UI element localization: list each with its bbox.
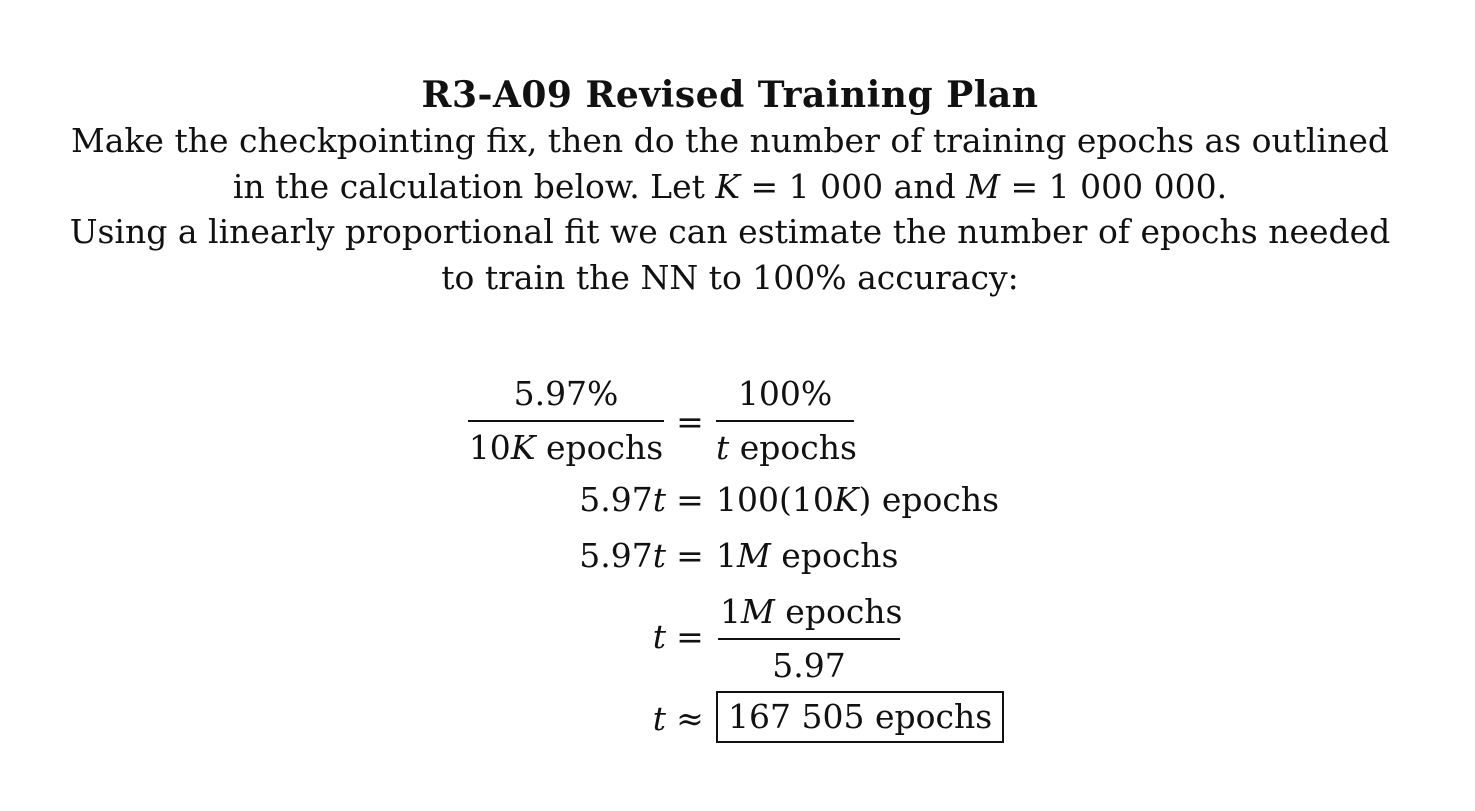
eq5-lhs: t bbox=[652, 699, 666, 738]
eq2-rhs: 100(10K) epochs bbox=[716, 480, 1000, 519]
eq3-relation: = bbox=[676, 536, 704, 575]
eq4-lhs: t bbox=[652, 617, 666, 656]
eq2-relation: = bbox=[676, 480, 704, 519]
eq3-rhs: 1M epochs bbox=[716, 536, 899, 575]
eq1-rhs-fraction: 100% t epochs bbox=[716, 374, 857, 467]
eq4-relation: = bbox=[676, 617, 704, 656]
eq1-lhs-fraction: 5.97% 10K epochs bbox=[468, 374, 664, 467]
final-answer: 167 505 epochs bbox=[716, 691, 1005, 743]
eq5-result-box: 167 505 epochs bbox=[716, 691, 1005, 743]
equation-block: 5.97% 10K epochs = 100% t epochs 5.97t =… bbox=[0, 0, 1475, 811]
eq2-lhs: 5.97t bbox=[579, 480, 666, 519]
eq4-fraction: 1M epochs 5.97 bbox=[718, 592, 903, 685]
eq1-relation: = bbox=[676, 402, 704, 441]
eq3-lhs: 5.97t bbox=[579, 536, 666, 575]
eq5-relation: ≈ bbox=[676, 699, 704, 738]
